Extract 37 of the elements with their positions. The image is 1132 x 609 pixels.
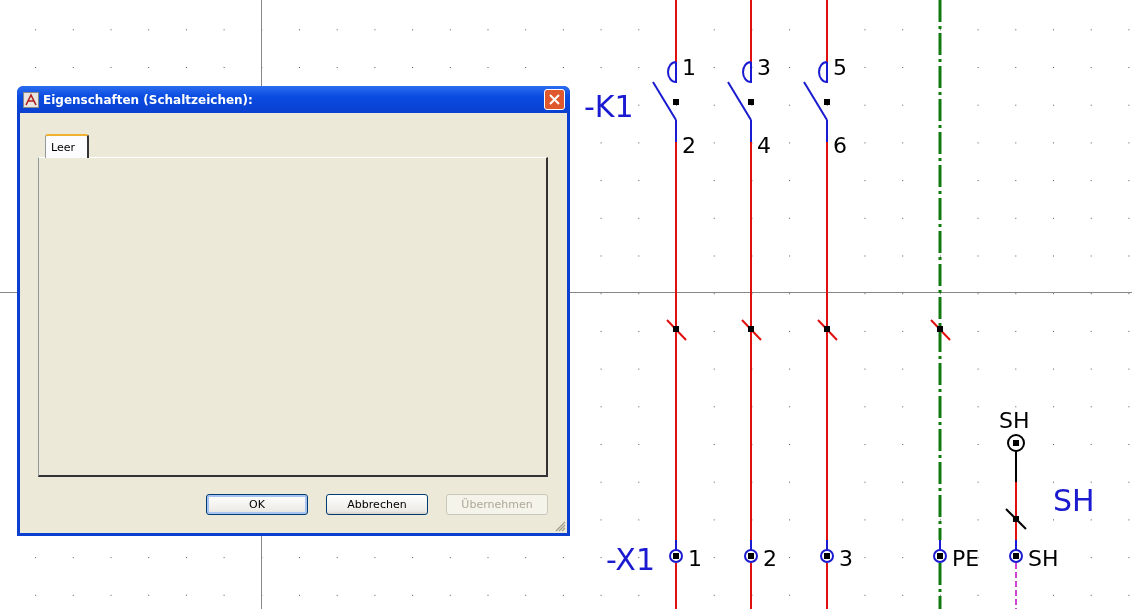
close-button[interactable] — [544, 89, 565, 110]
protective-earth-wire — [938, 563, 942, 609]
app-icon — [23, 91, 39, 108]
cross-mark-icon — [817, 319, 838, 341]
tab[interactable]: Leer — [45, 134, 89, 158]
terminal-icon — [744, 539, 758, 563]
wire — [675, 562, 677, 609]
terminal-icon — [933, 539, 947, 563]
terminal-icon — [669, 539, 683, 563]
shield-wire — [1015, 562, 1017, 609]
terminal-label: 1 — [688, 546, 702, 571]
pin-number: 3 — [757, 55, 771, 80]
cross-mark-icon — [741, 319, 762, 341]
close-icon — [549, 94, 560, 105]
resize-grip-icon — [555, 521, 566, 532]
ok-button[interactable]: OK — [206, 494, 308, 515]
wire — [750, 562, 752, 609]
cancel-button[interactable]: Abbrechen — [326, 494, 428, 515]
device-tag: SH — [1053, 483, 1095, 518]
wire — [826, 562, 828, 609]
cross-mark-icon — [666, 319, 687, 341]
pin-number: 5 — [833, 55, 847, 80]
terminal-icon — [1009, 539, 1023, 563]
terminal-label: 2 — [763, 546, 777, 571]
terminal-icon — [820, 539, 834, 563]
pin-number: 6 — [833, 133, 847, 158]
terminal-label: PE — [952, 546, 980, 571]
device-tag: -K1 — [584, 89, 634, 124]
terminal-label: SH — [1028, 546, 1059, 571]
pin-number: 2 — [682, 133, 696, 158]
terminal-label: 3 — [839, 546, 853, 571]
pin-number: 4 — [757, 133, 771, 158]
shield-label: SH — [999, 408, 1030, 433]
window-title: Eigenschaften (Schaltzeichen): — [43, 92, 254, 107]
device-tag: -X1 — [606, 542, 655, 577]
cross-mark-icon — [930, 319, 951, 341]
pin-number: 1 — [682, 55, 696, 80]
